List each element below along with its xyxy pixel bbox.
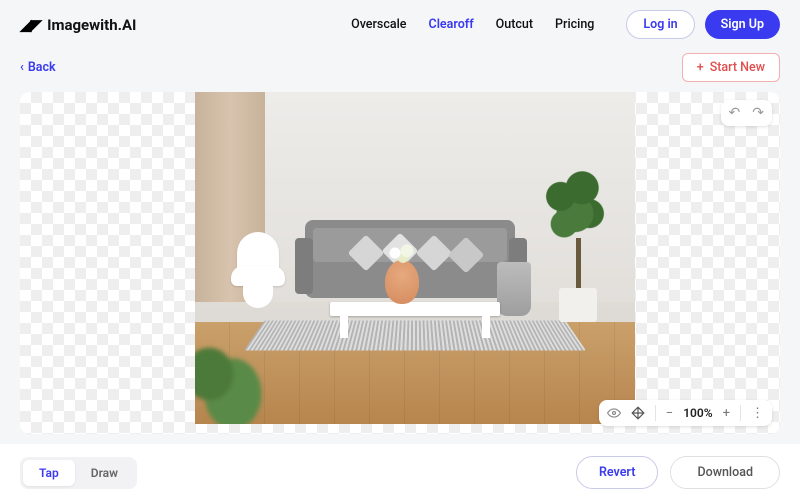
start-new-button[interactable]: + Start New (682, 53, 780, 82)
logo-text: Imagewith.AI (47, 16, 136, 34)
footer-actions: Revert Download (576, 456, 780, 489)
footer-bar: Tap Draw Revert Download (0, 444, 800, 500)
undo-redo-panel: ↶ ↷ (721, 100, 772, 126)
nav-overscale[interactable]: Overscale (351, 17, 406, 32)
mode-draw-button[interactable]: Draw (75, 460, 134, 486)
download-button[interactable]: Download (670, 456, 780, 489)
zoom-in-icon[interactable]: + (723, 406, 730, 421)
zoom-panel: − 100% + ⋮ (599, 400, 772, 426)
back-link[interactable]: ‹ Back (20, 60, 56, 75)
login-button[interactable]: Log in (626, 10, 694, 39)
nav-outcut[interactable]: Outcut (496, 17, 533, 32)
tool-mode-segmented: Tap Draw (20, 457, 137, 489)
signup-button[interactable]: Sign Up (705, 10, 780, 39)
header: ◢◤ Imagewith.AI Overscale Clearoff Outcu… (0, 0, 800, 49)
zoom-out-icon[interactable]: − (666, 406, 673, 421)
zoom-level: 100% (683, 406, 712, 420)
revert-button[interactable]: Revert (576, 456, 659, 489)
logo-icon: ◢◤ (20, 16, 41, 34)
auth-buttons: Log in Sign Up (626, 10, 780, 39)
move-icon[interactable] (631, 406, 645, 420)
more-icon[interactable]: ⋮ (751, 406, 764, 421)
nav-clearoff[interactable]: Clearoff (429, 17, 474, 32)
sub-bar: ‹ Back + Start New (0, 49, 800, 92)
mode-tap-button[interactable]: Tap (23, 460, 75, 486)
chevron-left-icon: ‹ (20, 60, 24, 75)
nav-pricing[interactable]: Pricing (555, 17, 594, 32)
canvas-area[interactable]: ↶ ↷ − 100% + ⋮ (20, 92, 780, 434)
logo[interactable]: ◢◤ Imagewith.AI (20, 16, 136, 34)
back-label: Back (28, 60, 56, 75)
main-nav: Overscale Clearoff Outcut Pricing Log in… (351, 10, 780, 39)
undo-icon[interactable]: ↶ (729, 105, 741, 121)
redo-icon[interactable]: ↷ (752, 105, 764, 121)
eye-icon[interactable] (607, 406, 621, 420)
plus-icon: + (697, 60, 704, 75)
workspace-image[interactable] (195, 92, 635, 424)
start-new-label: Start New (710, 60, 765, 75)
